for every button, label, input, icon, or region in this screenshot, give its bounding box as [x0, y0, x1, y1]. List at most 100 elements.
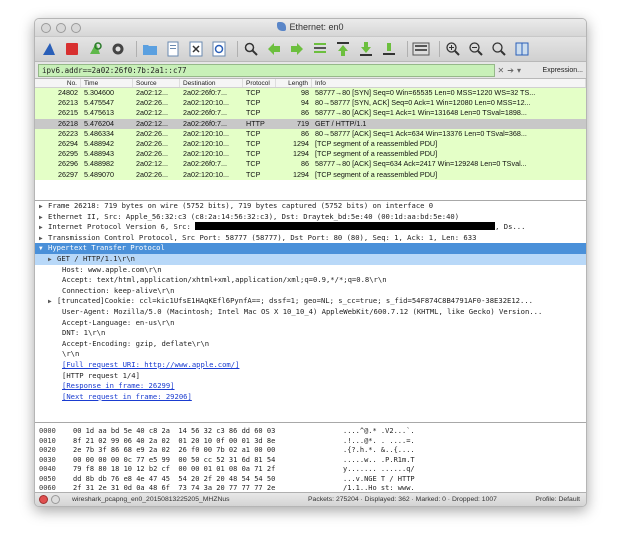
packet-cell: TCP	[246, 108, 261, 118]
toolbar-separator	[136, 41, 137, 57]
byte-row[interactable]: 0040 79 f8 80 18 10 12 b2 cf 00 00 01 01 …	[35, 465, 586, 475]
packet-row[interactable]: 26295 5.488943 2a02:26... 2a02:120:10... TCP…	[35, 149, 586, 160]
expert-info-icon[interactable]	[39, 495, 48, 504]
http-request-field[interactable]: [HTTP request 1/4]	[35, 371, 586, 382]
packet-row[interactable]: 26218 5.476204 2a02:12... 2a02:26f0:7... HTT…	[35, 118, 586, 129]
column-header[interactable]: No.	[35, 79, 81, 87]
packet-cell: 86	[301, 128, 309, 138]
packet-cell: 26294	[58, 138, 78, 148]
tcp-tree-item[interactable]: ▶ Transmission Control Protocol, Src Port…	[35, 233, 586, 244]
display-filter-bar: ipv6.addr==2a02:26f0:7b:2a1::c77 ✕ ➔ ▾ E…	[35, 62, 586, 79]
connection-field[interactable]: Connection: keep-alive\r\n	[35, 286, 586, 297]
status-bar: wireshark_pcapng_en0_20150813225205_MHZN…	[35, 492, 586, 506]
byte-offset: 0000	[39, 427, 56, 435]
close-file-icon[interactable]	[187, 40, 205, 58]
profile-label[interactable]: Profile: Default	[535, 496, 586, 503]
save-file-icon[interactable]	[164, 40, 182, 58]
filter-history-icon[interactable]: ▾	[517, 66, 521, 75]
find-icon[interactable]	[242, 40, 260, 58]
accept-encoding-field[interactable]: Accept-Encoding: gzip, deflate\r\n	[35, 339, 586, 350]
zoom-normal-icon[interactable]	[490, 40, 508, 58]
response-in-link[interactable]: [Response in frame: 26299]	[35, 381, 586, 392]
packet-cell: [TCP segment of a reassembled PDU]	[315, 169, 438, 179]
clear-filter-icon[interactable]: ✕	[498, 66, 505, 75]
accept-language-field[interactable]: Accept-Language: en-us\r\n	[35, 318, 586, 329]
accept-field[interactable]: Accept: text/html,application/xhtml+xml,…	[35, 275, 586, 286]
packet-row[interactable]: 26215 5.475613 2a02:12... 2a02:26f0:7... TCP…	[35, 108, 586, 119]
packet-cell: [TCP segment of a reassembled PDU]	[315, 149, 438, 159]
byte-hex: 79 f8 80 18 10 12 b2 cf 00 00 01 01 08 0…	[73, 465, 276, 473]
packet-cell: TCP	[246, 128, 261, 138]
packet-cell: 2a02:120:10...	[183, 128, 229, 138]
go-last-icon[interactable]	[357, 40, 375, 58]
byte-row[interactable]: 0050 dd 8b db 76 e8 4e 47 45 54 20 2f 20 …	[35, 475, 586, 485]
packet-cell: 2a02:120:10...	[183, 169, 229, 179]
column-header[interactable]: Info	[312, 79, 586, 87]
zoom-out-icon[interactable]	[467, 40, 485, 58]
byte-hex: 00 1d aa bd 5e 40 c8 2a 14 56 32 c3 86 d…	[73, 427, 276, 435]
full-uri-link[interactable]: [Full request URI: http://www.apple.com/…	[35, 360, 586, 371]
next-request-link[interactable]: [Next request in frame: 29206]	[35, 392, 586, 403]
column-header[interactable]: Protocol	[243, 79, 276, 87]
column-header[interactable]: Time	[81, 79, 133, 87]
dnt-field[interactable]: DNT: 1\r\n	[35, 328, 586, 339]
packet-row[interactable]: 24802 5.304600 2a02:12... 2a02:26f0:7... TCP…	[35, 88, 586, 99]
http-tree-item[interactable]: ▼ Hypertext Transfer Protocol	[35, 243, 586, 254]
go-back-icon[interactable]	[265, 40, 283, 58]
packet-cell: 58777→80 [SYN] Seq=0 Win=65535 Len=0 MSS…	[315, 88, 536, 97]
column-header[interactable]: Length	[276, 79, 312, 87]
restart-icon[interactable]	[86, 40, 104, 58]
resize-columns-icon[interactable]	[513, 40, 531, 58]
host-field[interactable]: Host: www.apple.com\r\n	[35, 265, 586, 276]
packet-row[interactable]: 26294 5.488942 2a02:26... 2a02:120:10... TCP…	[35, 138, 586, 150]
byte-row[interactable]: 0000 00 1d aa bd 5e 40 c8 2a 14 56 32 c3 …	[35, 427, 586, 437]
frame-tree-item[interactable]: ▶ Frame 26218: 719 bytes on wire (5752 bi…	[35, 201, 586, 212]
go-to-packet-icon[interactable]	[311, 40, 329, 58]
column-header[interactable]: Destination	[180, 79, 243, 87]
cookie-field[interactable]: ▶ [truncated]Cookie: ccl=kic1UfsE1HAqKEfl…	[35, 296, 586, 307]
reload-icon[interactable]	[210, 40, 228, 58]
open-folder-icon[interactable]	[141, 40, 159, 58]
capture-comment-icon[interactable]	[51, 495, 60, 504]
packet-cell: [TCP segment of a reassembled PDU]	[315, 138, 438, 148]
byte-hex: 2e 7b 3f 86 68 e9 2a 02 26 f0 00 7b 02 a…	[73, 446, 276, 454]
packet-cell: 2a02:120:10...	[183, 98, 229, 108]
go-first-icon[interactable]	[334, 40, 352, 58]
crlf-field[interactable]: \r\n	[35, 349, 586, 360]
byte-row[interactable]: 0020 2e 7b 3f 86 68 e9 2a 02 26 f0 00 7b …	[35, 446, 586, 456]
byte-row[interactable]: 0030 00 00 00 00 0c 77 e5 99 00 50 cc 52 …	[35, 456, 586, 466]
packet-list: No. Time Source Destination Protocol Length In…	[35, 79, 586, 201]
user-agent-field[interactable]: User-Agent: Mozilla/5.0 (Macintosh; Inte…	[35, 307, 586, 318]
autoscroll-icon[interactable]	[380, 40, 398, 58]
packet-cell: 2a02:120:10...	[183, 138, 229, 148]
expression-button[interactable]: Expression...	[539, 67, 583, 74]
zoom-in-icon[interactable]	[444, 40, 462, 58]
packet-cell: 5.488942	[84, 138, 114, 148]
stop-icon[interactable]	[63, 40, 81, 58]
ipv6-tree-item[interactable]: ▶ Internet Protocol Version 6, Src: , Ds.…	[35, 222, 586, 233]
colorize-icon[interactable]	[412, 40, 430, 58]
packet-cell: 5.488943	[84, 149, 114, 159]
byte-hex: 00 00 00 00 0c 77 e5 99 00 50 cc 52 31 6…	[73, 455, 276, 464]
byte-hex: 8f 21 02 99 06 40 2a 02 01 20 10 0f 00 0…	[73, 436, 276, 445]
options-gear-icon[interactable]	[109, 40, 127, 58]
packet-cell: 26295	[58, 149, 78, 159]
packet-cell: 2a02:26f0:7...	[183, 118, 227, 128]
display-filter-input[interactable]: ipv6.addr==2a02:26f0:7b:2a1::c77	[38, 63, 495, 77]
packet-cell: 2a02:12...	[136, 88, 168, 97]
byte-row[interactable]: 0010 8f 21 02 99 06 40 2a 02 01 20 10 0f …	[35, 437, 586, 447]
ethernet-tree-item[interactable]: ▶ Ethernet II, Src: Apple_56:32:c3 (c8:2a…	[35, 212, 586, 223]
get-request-item[interactable]: ▶ GET / HTTP/1.1\r\n	[35, 253, 586, 265]
packet-cell: 5.488982	[84, 159, 114, 169]
column-header[interactable]: Source	[133, 79, 180, 87]
capture-file-name: wireshark_pcapng_en0_20150813225205_MHZN…	[72, 496, 230, 503]
packet-row[interactable]: 26297 5.489070 2a02:26... 2a02:120:10... TCP…	[35, 169, 586, 180]
main-toolbar	[35, 37, 586, 62]
go-forward-icon[interactable]	[288, 40, 306, 58]
shark-fin-icon[interactable]	[40, 40, 58, 58]
apply-filter-icon[interactable]: ➔	[507, 66, 514, 75]
packet-row[interactable]: 26296 5.488982 2a02:12... 2a02:26f0:7... TCP…	[35, 159, 586, 170]
packet-row[interactable]: 26223 5.486334 2a02:26... 2a02:120:10... TCP…	[35, 128, 586, 139]
packet-row[interactable]: 26213 5.475547 2a02:26... 2a02:120:10... TCP…	[35, 98, 586, 109]
packet-cell: 86	[301, 159, 309, 169]
